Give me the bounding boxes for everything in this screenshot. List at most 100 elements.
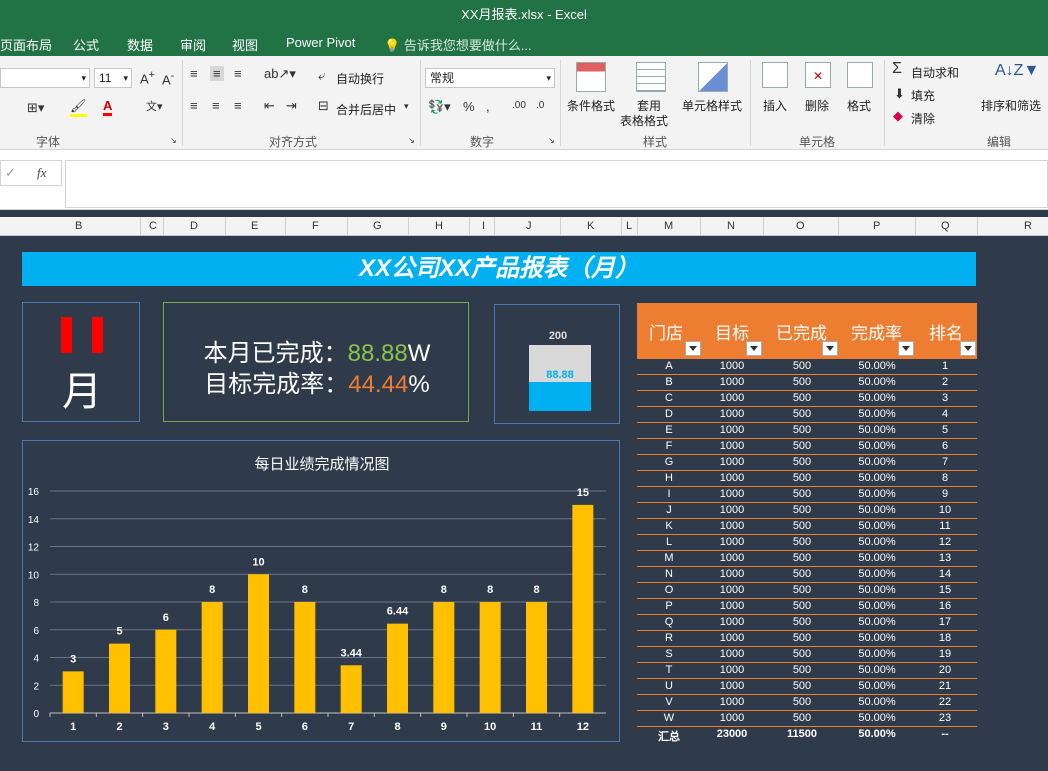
alignment-launcher-icon[interactable]: ↘ — [408, 136, 415, 145]
col-header[interactable]: O — [796, 220, 805, 232]
table-cell: 12 — [938, 536, 952, 548]
tell-me-box[interactable]: 💡 告诉我您想要做什么... — [384, 35, 532, 54]
col-header[interactable]: J — [526, 220, 532, 232]
table-cell: 1000 — [719, 408, 745, 420]
table-cell: 6 — [941, 440, 949, 452]
insert-button[interactable]: 插入 — [763, 97, 787, 114]
table-cell: 500 — [792, 520, 812, 532]
col-header[interactable]: H — [435, 220, 443, 232]
merge-center-button[interactable]: 合并后居中 — [336, 101, 396, 118]
wrap-text-button[interactable]: 自动换行 — [336, 70, 384, 87]
fill-color-icon[interactable]: 🖌 — [70, 98, 87, 117]
col-header[interactable]: R — [1024, 220, 1032, 232]
data-label: 8 — [533, 584, 539, 596]
borders-icon[interactable]: ⊞▾ — [27, 100, 44, 116]
font-name-select[interactable]: ▾ — [0, 68, 90, 88]
font-size-select[interactable]: 11 ▾ — [94, 68, 132, 88]
table-row: S 1000 500 50.00% 19 — [637, 647, 977, 663]
tab-data[interactable]: 数据 — [127, 35, 153, 54]
col-header[interactable]: F — [312, 220, 319, 232]
filter-dropdown-icon[interactable] — [822, 341, 838, 356]
col-header[interactable]: D — [190, 220, 198, 232]
summary-panel: 本月已完成：88.88W 目标完成率：44.44% — [163, 302, 469, 422]
align-right-icon[interactable]: ≡ — [234, 98, 242, 113]
bar — [433, 602, 455, 713]
align-left-icon[interactable]: ≡ — [190, 98, 198, 113]
col-header[interactable]: K — [587, 220, 594, 232]
autosum-button[interactable]: 自动求和 — [911, 64, 959, 81]
table-row: L 1000 500 50.00% 12 — [637, 535, 977, 551]
increase-decimal-icon[interactable]: .00 — [512, 100, 526, 111]
enter-check-icon[interactable]: ✓ — [5, 165, 16, 181]
column-divider — [285, 217, 286, 236]
grow-font-icon[interactable]: A+ — [140, 69, 155, 86]
table-cell: 500 — [792, 648, 812, 660]
table-cell: 500 — [792, 552, 812, 564]
col-header[interactable]: C — [149, 220, 157, 232]
decrease-decimal-icon[interactable]: .0 — [536, 100, 544, 111]
col-header[interactable]: L — [626, 220, 632, 232]
x-tick-label: 5 — [255, 721, 261, 733]
align-center-icon[interactable]: ≡ — [212, 98, 220, 113]
shrink-font-icon[interactable]: A- — [162, 70, 174, 87]
format-button[interactable]: 格式 — [847, 97, 871, 114]
col-header[interactable]: N — [727, 220, 735, 232]
x-tick-label: 8 — [394, 721, 400, 733]
table-cell: 50.00% — [858, 536, 896, 548]
comma-icon[interactable]: , — [486, 99, 490, 114]
percent-icon[interactable]: % — [463, 99, 475, 114]
table-cell: 1000 — [719, 536, 745, 548]
table-cell: I — [667, 488, 671, 500]
tab-formulas[interactable]: 公式 — [73, 35, 99, 54]
conditional-format-button[interactable]: 条件格式 — [567, 97, 615, 114]
number-format-select[interactable]: 常规 ▾ — [425, 68, 555, 88]
orientation-icon[interactable]: ab↗▾ — [264, 66, 296, 82]
col-header[interactable]: I — [482, 220, 485, 232]
align-middle-icon[interactable]: ≡ — [210, 66, 224, 81]
table-cell: 5 — [941, 424, 949, 436]
cell-styles-button[interactable]: 单元格样式 — [682, 97, 742, 114]
fill-button[interactable]: 填充 — [911, 87, 935, 104]
currency-icon[interactable]: 💱▾ — [428, 99, 451, 115]
tab-view[interactable]: 视图 — [232, 35, 258, 54]
column-divider — [494, 217, 495, 236]
filter-dropdown-icon[interactable] — [960, 341, 976, 356]
number-launcher-icon[interactable]: ↘ — [548, 136, 555, 145]
table-cell: 50.00% — [858, 712, 896, 724]
phonetic-icon[interactable]: 文▾ — [146, 98, 163, 114]
filter-dropdown-icon[interactable] — [746, 341, 762, 356]
chevron-down-icon[interactable]: ▾ — [404, 101, 409, 112]
table-cell: 23000 — [716, 728, 748, 740]
filter-dropdown-icon[interactable] — [898, 341, 914, 356]
format-table-button-line2[interactable]: 表格格式 — [620, 112, 668, 129]
y-tick-label: 2 — [33, 681, 39, 692]
decrease-indent-icon[interactable]: ⇤ — [264, 98, 275, 114]
table-cell: 500 — [792, 472, 812, 484]
daily-chart: 每日业绩完成情况图 0 2 4 6 8 10 12 14 16 3 1 5 2 6 3 8 4 10 5 8 6 3.44… — [22, 440, 620, 742]
delete-button[interactable]: 删除 — [805, 97, 829, 114]
table-cell: 13 — [938, 552, 952, 564]
col-header[interactable]: M — [664, 220, 673, 232]
data-label: 8 — [209, 584, 215, 596]
align-top-icon[interactable]: ≡ — [190, 66, 198, 81]
clear-button[interactable]: 清除 — [911, 110, 935, 127]
col-header[interactable]: Q — [941, 220, 950, 232]
align-bottom-icon[interactable]: ≡ — [234, 66, 242, 81]
sort-filter-button[interactable]: 排序和筛选 — [981, 97, 1041, 114]
font-launcher-icon[interactable]: ↘ — [170, 136, 177, 145]
formula-input[interactable] — [65, 160, 1048, 208]
separator — [182, 60, 183, 146]
col-header[interactable]: P — [873, 220, 880, 232]
table-cell: 1000 — [719, 712, 745, 724]
tab-power-pivot[interactable]: Power Pivot — [286, 35, 355, 50]
col-header[interactable]: G — [373, 220, 382, 232]
tab-page-layout[interactable]: 页面布局 — [0, 35, 52, 54]
fx-icon[interactable]: fx — [37, 165, 46, 181]
month-panel: 月 — [22, 302, 140, 422]
filter-dropdown-icon[interactable] — [685, 341, 701, 356]
col-header[interactable]: E — [251, 220, 258, 232]
col-header[interactable]: B — [75, 220, 82, 232]
tab-review[interactable]: 审阅 — [180, 35, 206, 54]
increase-indent-icon[interactable]: ⇥ — [286, 98, 297, 114]
font-color-icon[interactable]: A — [103, 98, 113, 116]
